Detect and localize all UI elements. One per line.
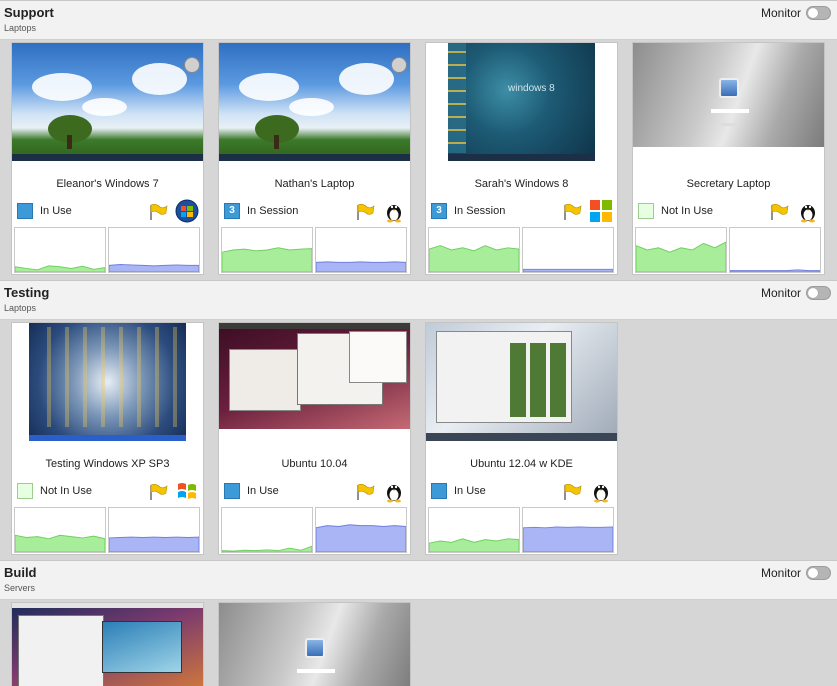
cpu-usage-graph [221, 507, 313, 553]
machine-card[interactable]: Testing Windows XP SP3 Not In Use [11, 322, 204, 555]
group-subtitle: Laptops [4, 303, 37, 313]
machine-card[interactable]: Nathan's Laptop 3 In Session [218, 42, 411, 275]
group-subtitle: Servers [4, 583, 36, 593]
status-text: Not In Use [661, 205, 713, 217]
screenshot-thumbnail[interactable]: windows 8 [426, 43, 617, 161]
screenshot-thumbnail[interactable] [12, 323, 203, 441]
memory-usage-graph [522, 507, 614, 553]
in-use-icon [431, 483, 447, 499]
memory-usage-graph [729, 227, 821, 273]
linux-tux-icon [589, 479, 613, 503]
machine-card[interactable] [218, 602, 411, 686]
monitor-toggle[interactable] [806, 286, 831, 300]
monitor-toggle[interactable] [806, 6, 831, 20]
group-header-support: Support Laptops Monitor [0, 0, 837, 40]
screenshot-thumbnail[interactable] [12, 603, 203, 686]
machine-name: Ubuntu 10.04 [281, 458, 348, 470]
status-text: In Session [247, 205, 299, 217]
group-title: Build [4, 565, 37, 580]
machine-card[interactable]: windows 8 Sarah's Windows 8 3 In Session [425, 42, 618, 275]
flag-icon[interactable] [562, 483, 582, 501]
session-count-badge: 3 [431, 203, 447, 219]
cpu-usage-graph [635, 227, 727, 273]
memory-usage-graph [108, 507, 200, 553]
screenshot-thumbnail[interactable] [426, 323, 617, 441]
machine-name: Testing Windows XP SP3 [45, 458, 170, 470]
machine-card[interactable] [11, 602, 204, 686]
cpu-usage-graph [428, 227, 520, 273]
screenshot-thumbnail[interactable] [219, 323, 410, 429]
flag-icon[interactable] [355, 483, 375, 501]
windows-7-icon [175, 199, 199, 223]
memory-usage-graph [315, 227, 407, 273]
machine-name: Sarah's Windows 8 [474, 178, 569, 190]
status-text: In Use [40, 205, 72, 217]
memory-usage-graph [315, 507, 407, 553]
flag-icon[interactable] [562, 203, 582, 221]
status-text: Not In Use [40, 485, 92, 497]
group-body-build [0, 600, 837, 686]
flag-icon[interactable] [148, 203, 168, 221]
monitor-label: Monitor [760, 6, 801, 20]
cpu-usage-graph [221, 227, 313, 273]
machine-card[interactable]: Eleanor's Windows 7 In Use [11, 42, 204, 275]
cpu-usage-graph [14, 227, 106, 273]
group-body-support: Eleanor's Windows 7 In Use Nathan's Lapto… [0, 40, 837, 280]
group-body-testing: Testing Windows XP SP3 Not In Use Ubuntu … [0, 320, 837, 560]
flag-icon[interactable] [355, 203, 375, 221]
screenshot-thumbnail[interactable] [219, 43, 410, 161]
linux-tux-icon [382, 199, 406, 223]
machine-name: Nathan's Laptop [274, 178, 355, 190]
in-use-icon [224, 483, 240, 499]
linux-tux-icon [382, 479, 406, 503]
group-header-build: Build Servers Monitor [0, 560, 837, 600]
machine-name: Ubuntu 12.04 w KDE [470, 458, 573, 470]
machine-name: Eleanor's Windows 7 [56, 178, 159, 190]
machine-card[interactable]: Ubuntu 12.04 w KDE In Use [425, 322, 618, 555]
group-header-testing: Testing Laptops Monitor [0, 280, 837, 320]
cpu-usage-graph [428, 507, 520, 553]
monitor-toggle[interactable] [806, 566, 831, 580]
status-text: In Use [454, 485, 486, 497]
in-use-icon [17, 203, 33, 219]
status-text: In Session [454, 205, 506, 217]
cpu-usage-graph [14, 507, 106, 553]
status-text: In Use [247, 485, 279, 497]
memory-usage-graph [522, 227, 614, 273]
monitor-label: Monitor [760, 566, 801, 580]
linux-tux-icon [796, 199, 820, 223]
group-title: Testing [4, 285, 50, 300]
not-in-use-icon [638, 203, 654, 219]
screenshot-thumbnail[interactable] [12, 43, 203, 161]
machine-card[interactable]: Secretary Laptop Not In Use [632, 42, 825, 275]
flag-icon[interactable] [769, 203, 789, 221]
session-count-badge: 3 [224, 203, 240, 219]
windows-xp-icon [175, 479, 199, 503]
memory-usage-graph [108, 227, 200, 273]
monitor-label: Monitor [760, 286, 801, 300]
screenshot-thumbnail[interactable] [219, 603, 410, 686]
group-subtitle: Laptops [4, 23, 37, 33]
not-in-use-icon [17, 483, 33, 499]
machine-card[interactable]: Ubuntu 10.04 In Use [218, 322, 411, 555]
group-title: Support [4, 5, 54, 20]
flag-icon[interactable] [148, 483, 168, 501]
windows-8-icon [589, 199, 613, 223]
machine-name: Secretary Laptop [686, 178, 771, 190]
screenshot-thumbnail[interactable] [633, 43, 824, 147]
